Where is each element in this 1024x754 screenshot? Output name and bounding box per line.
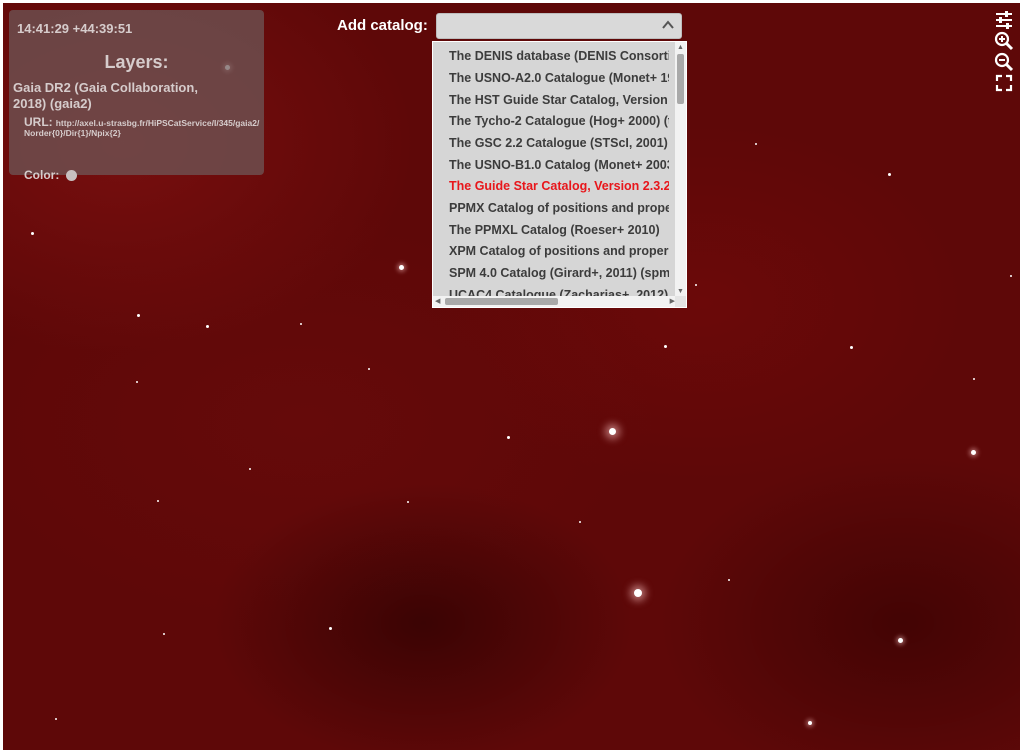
catalog-option[interactable]: The PPMXL Catalog (Roeser+ 2010) (449, 220, 669, 241)
catalog-option[interactable]: The USNO-A2.0 Catalogue (Monet+ 1998) (u… (449, 68, 669, 89)
catalog-option[interactable]: The Tycho-2 Catalogue (Hog+ 2000) (tycho… (449, 111, 669, 132)
catalog-option-highlighted[interactable]: The Guide Star Catalog, Version 2.3.2 (G… (449, 176, 669, 197)
star (507, 436, 510, 439)
star (137, 314, 140, 317)
catalog-select[interactable] (436, 13, 682, 39)
star (850, 346, 853, 349)
scroll-up-icon[interactable]: ▲ (677, 44, 684, 51)
star (888, 173, 891, 176)
catalog-option[interactable]: The GSC 2.2 Catalogue (STScI, 2001) (449, 133, 669, 154)
star (136, 381, 138, 383)
catalog-option[interactable]: SPM 4.0 Catalog (Girard+, 2011) (spm4) (449, 263, 669, 284)
star (368, 368, 370, 370)
star (31, 232, 34, 235)
layer-url-row: URL: http://axel.u-strasbg.fr/HiPSCatSer… (24, 115, 262, 138)
vertical-scrollbar[interactable]: ▲ ▼ (675, 42, 686, 297)
star (808, 721, 812, 725)
horizontal-scroll-thumb[interactable] (445, 298, 558, 305)
star (695, 284, 697, 286)
scroll-left-icon[interactable]: ◀ (435, 297, 440, 305)
url-label: URL: (24, 115, 53, 129)
horizontal-scrollbar[interactable]: ◀ ▶ (433, 296, 677, 307)
star (329, 627, 332, 630)
catalog-option[interactable]: PPMX Catalog of positions and proper mot… (449, 198, 669, 219)
star (755, 143, 757, 145)
star (157, 500, 159, 502)
catalog-option[interactable]: The USNO-B1.0 Catalog (Monet+ 2003) (449, 155, 669, 176)
star (971, 450, 976, 455)
star (664, 345, 667, 348)
url-value: http://axel.u-strasbg.fr/HiPSCatService/… (24, 118, 260, 138)
star (163, 633, 165, 635)
zoom-out-icon[interactable] (994, 52, 1014, 72)
chevron-up-icon (662, 20, 674, 29)
star (634, 589, 642, 597)
star (55, 718, 57, 720)
star (407, 501, 409, 503)
layers-panel: 14:41:29 +44:39:51 Layers: Gaia DR2 (Gai… (9, 10, 264, 182)
add-catalog-label: Add catalog: (337, 17, 428, 34)
star (579, 521, 581, 523)
star (300, 323, 302, 325)
star (399, 265, 404, 270)
catalog-dropdown-list[interactable]: The DENIS database (DENIS Consortium, 20… (432, 41, 687, 308)
scrollbar-corner (675, 296, 686, 307)
star (1010, 275, 1012, 277)
layer-color-row: Color: (24, 168, 77, 182)
star (728, 579, 730, 581)
catalog-option[interactable]: XPM Catalog of positions and proper moti… (449, 241, 669, 262)
layer-name[interactable]: Gaia DR2 (Gaia Collaboration, 2018) (gai… (13, 80, 203, 112)
color-label: Color: (24, 168, 60, 182)
zoom-in-icon[interactable] (994, 31, 1014, 51)
coordinates-readout: 14:41:29 +44:39:51 (17, 21, 133, 36)
layers-title: Layers: (104, 52, 169, 72)
scroll-down-icon[interactable]: ▼ (677, 288, 684, 295)
star (206, 325, 209, 328)
star (249, 468, 251, 470)
settings-sliders-icon[interactable] (994, 10, 1014, 30)
color-swatch[interactable] (65, 170, 77, 181)
vertical-scroll-thumb[interactable] (677, 54, 684, 104)
star (609, 428, 616, 435)
catalog-option[interactable]: The HST Guide Star Catalog, Version 1.1 … (449, 90, 669, 111)
catalog-option[interactable]: The DENIS database (DENIS Consortium, 20… (449, 46, 669, 67)
star (973, 378, 975, 380)
fullscreen-icon[interactable] (994, 73, 1014, 93)
star (898, 638, 903, 643)
